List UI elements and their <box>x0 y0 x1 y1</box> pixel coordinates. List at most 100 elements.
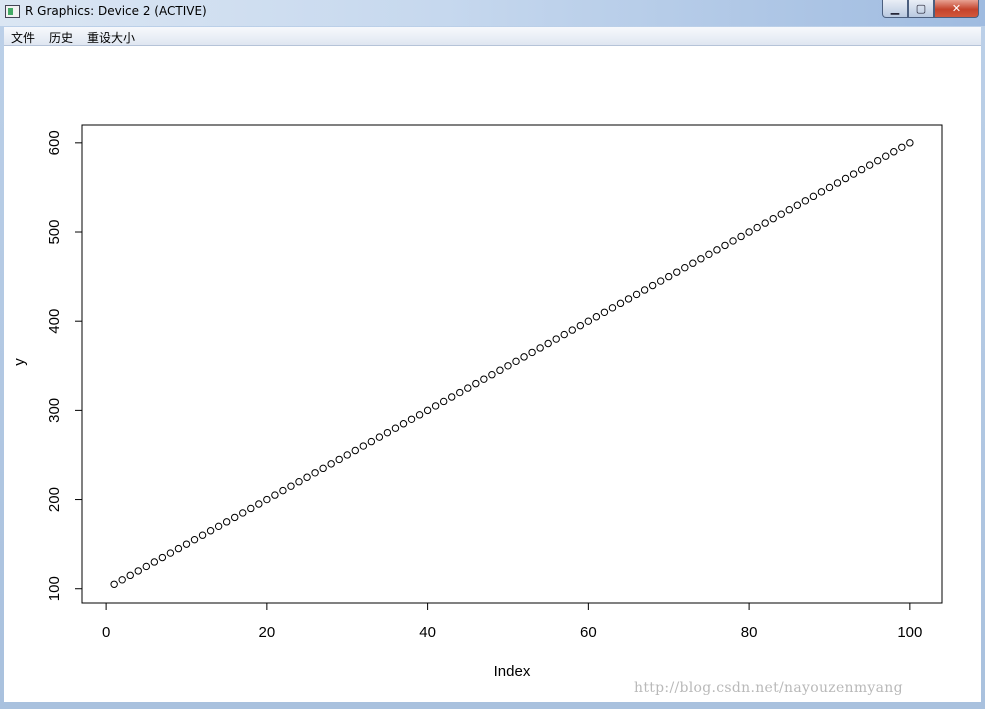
data-point <box>906 139 914 147</box>
data-point <box>656 277 665 285</box>
x-tick-label: 20 <box>259 624 276 641</box>
data-point <box>247 504 255 513</box>
data-point <box>552 335 560 343</box>
data-point <box>198 531 207 539</box>
data-point <box>367 437 376 446</box>
data-point <box>391 424 400 432</box>
data-point <box>407 415 416 423</box>
data-point <box>697 255 705 263</box>
data-point <box>263 495 271 504</box>
menu-item-file[interactable]: 文件 <box>11 29 35 46</box>
data-point <box>841 174 850 183</box>
title-bar[interactable]: R Graphics: Device 2 (ACTIVE) ▁ ▢ ✕ <box>0 0 985 26</box>
data-point <box>608 304 617 312</box>
y-tick-label: 600 <box>46 130 63 155</box>
data-point <box>882 152 890 160</box>
data-point <box>777 210 785 218</box>
data-point <box>576 321 585 330</box>
data-point <box>632 290 641 299</box>
y-tick-label: 400 <box>46 309 63 334</box>
close-icon: ✕ <box>951 2 962 15</box>
minimize-button[interactable]: ▁ <box>882 0 908 18</box>
data-points <box>110 139 914 588</box>
r-graphics-window: R Graphics: Device 2 (ACTIVE) ▁ ▢ ✕ 文件 历… <box>0 0 985 709</box>
data-point <box>287 482 295 490</box>
data-point <box>271 491 279 499</box>
data-point <box>182 540 191 548</box>
data-point <box>809 192 818 201</box>
menu-item-history[interactable]: 历史 <box>49 29 73 46</box>
data-point <box>865 161 874 169</box>
data-point <box>584 317 593 325</box>
data-point <box>544 339 552 348</box>
data-point <box>448 393 456 401</box>
data-point <box>898 143 906 151</box>
data-point <box>327 460 335 468</box>
data-point <box>600 308 609 316</box>
data-point <box>681 263 689 272</box>
data-point <box>673 268 681 276</box>
data-point <box>335 455 343 464</box>
data-point <box>439 397 448 406</box>
data-point <box>769 214 777 223</box>
minimize-icon: ▁ <box>890 2 900 15</box>
data-point <box>560 330 568 339</box>
x-tick-label: 80 <box>741 624 758 641</box>
data-point <box>255 500 263 508</box>
data-point <box>640 286 649 294</box>
x-axis: 0 20 40 60 80 100 <box>102 602 922 641</box>
data-point <box>753 223 761 232</box>
data-point <box>737 232 745 241</box>
data-point <box>665 272 673 281</box>
menu-bar: 文件 历史 重设大小 <box>4 27 981 46</box>
data-point <box>150 558 159 566</box>
data-point <box>359 442 368 450</box>
data-point <box>689 259 697 267</box>
data-point <box>721 241 729 250</box>
data-point <box>624 295 633 303</box>
data-point <box>126 571 134 580</box>
data-point <box>110 580 118 588</box>
data-point <box>793 201 802 209</box>
data-point <box>472 379 480 388</box>
data-point <box>206 527 215 535</box>
r-graphics-app-icon[interactable] <box>5 5 20 18</box>
data-point <box>134 567 142 575</box>
data-point <box>512 357 520 366</box>
data-point <box>729 237 737 245</box>
data-point <box>311 469 319 477</box>
data-point <box>785 206 793 214</box>
x-tick-label: 40 <box>419 624 436 641</box>
data-point <box>295 478 303 486</box>
data-point <box>222 518 231 526</box>
x-tick-label: 100 <box>897 624 922 641</box>
data-point <box>383 428 392 437</box>
menu-item-resize[interactable]: 重设大小 <box>87 29 135 46</box>
watermark: http://blog.csdn.net/nayouzenmyang <box>634 680 903 696</box>
close-button[interactable]: ✕ <box>934 0 979 18</box>
data-point <box>536 344 544 352</box>
data-point <box>214 522 223 531</box>
data-point <box>592 313 601 321</box>
maximize-icon: ▢ <box>915 2 927 15</box>
data-point <box>833 179 842 187</box>
scatter-plot: 0 20 40 60 80 100 100 200 300 400 500 600 Index y <box>11 124 943 680</box>
data-point <box>166 549 175 557</box>
data-point <box>849 170 858 178</box>
data-point <box>279 486 287 495</box>
y-tick-label: 500 <box>46 219 63 244</box>
data-point <box>496 366 504 374</box>
data-point <box>158 553 167 562</box>
data-point <box>343 451 351 459</box>
x-tick-label: 60 <box>580 624 597 641</box>
plot-frame <box>81 124 943 604</box>
data-point <box>520 353 528 361</box>
data-point <box>431 402 440 410</box>
data-point <box>415 411 424 419</box>
maximize-button[interactable]: ▢ <box>908 0 934 18</box>
data-point <box>464 384 472 392</box>
data-point <box>568 326 576 334</box>
y-tick-label: 300 <box>46 398 63 423</box>
data-point <box>761 219 769 227</box>
data-point <box>648 281 657 290</box>
